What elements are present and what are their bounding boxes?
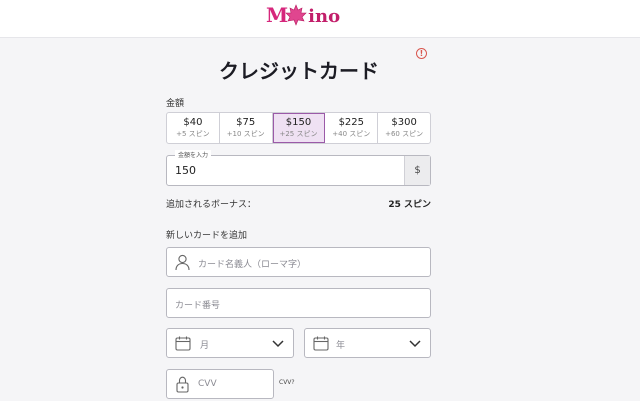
amount-input-label: 金額を入力 <box>175 150 212 159</box>
chevron-down-icon <box>409 340 421 348</box>
calendar-icon <box>313 336 329 351</box>
expiry-year-placeholder: 年 <box>336 341 346 351</box>
amount-option-group: $40 +5 スピン $75 +10 スピン $150 +25 スピン $225… <box>166 112 431 144</box>
amount-bonus: +40 スピン <box>332 130 371 138</box>
cvv-help-link[interactable]: CVV? <box>279 379 295 386</box>
expiry-year-select[interactable]: 年 <box>304 328 431 358</box>
amount-option-300[interactable]: $300 +60 スピン <box>378 113 430 143</box>
cardholder-name-field[interactable]: カード名義人（ローマ字） <box>166 247 431 277</box>
amount-bonus: +60 スピン <box>385 130 424 138</box>
logo-suffix: ino <box>308 6 341 27</box>
card-number-placeholder: カード番号 <box>175 301 221 311</box>
amount-option-225[interactable]: $225 +40 スピン <box>325 113 379 143</box>
lock-icon <box>176 376 189 393</box>
bonus-summary: 追加されるボーナス： 25 スピン <box>166 197 431 211</box>
amount-option-150[interactable]: $150 +25 スピン <box>272 113 326 143</box>
amount-option-75[interactable]: $75 +10 スピン <box>220 113 273 143</box>
amount-value: $225 <box>338 117 365 128</box>
amount-value: $75 <box>236 117 256 128</box>
chevron-down-icon <box>272 340 284 348</box>
amount-label: 金額 <box>166 99 185 109</box>
expiry-month-select[interactable]: 月 <box>166 328 294 358</box>
maple-leaf-icon <box>285 4 307 26</box>
currency-badge: $ <box>404 156 430 185</box>
calendar-icon <box>175 336 191 351</box>
new-card-title: 新しいカードを追加 <box>166 231 248 241</box>
amount-value: $150 <box>285 117 312 128</box>
amount-bonus: +5 スピン <box>176 130 210 138</box>
expiry-month-placeholder: 月 <box>200 341 210 351</box>
cvv-field[interactable]: CVV <box>166 369 274 399</box>
cvv-placeholder: CVV <box>198 379 217 389</box>
amount-value: $300 <box>391 117 417 128</box>
brand-logo[interactable]: Mino <box>266 3 376 27</box>
cardholder-name-placeholder: カード名義人（ローマ字） <box>198 260 307 270</box>
bonus-value: 25 スピン <box>388 200 431 210</box>
card-number-field[interactable]: カード番号 <box>166 288 431 318</box>
bonus-label: 追加されるボーナス： <box>166 200 257 210</box>
top-header: Mino <box>0 0 640 38</box>
page-title: クレジットカード <box>219 59 379 83</box>
amount-option-40[interactable]: $40 +5 スピン <box>167 113 220 143</box>
user-icon <box>175 254 190 271</box>
amount-input[interactable]: 150 <box>175 164 395 177</box>
amount-bonus: +10 スピン <box>226 130 265 138</box>
amount-value: $40 <box>183 117 203 128</box>
amount-bonus: +25 スピン <box>279 130 318 138</box>
amount-input-field: 金額を入力 150 $ <box>166 150 431 186</box>
